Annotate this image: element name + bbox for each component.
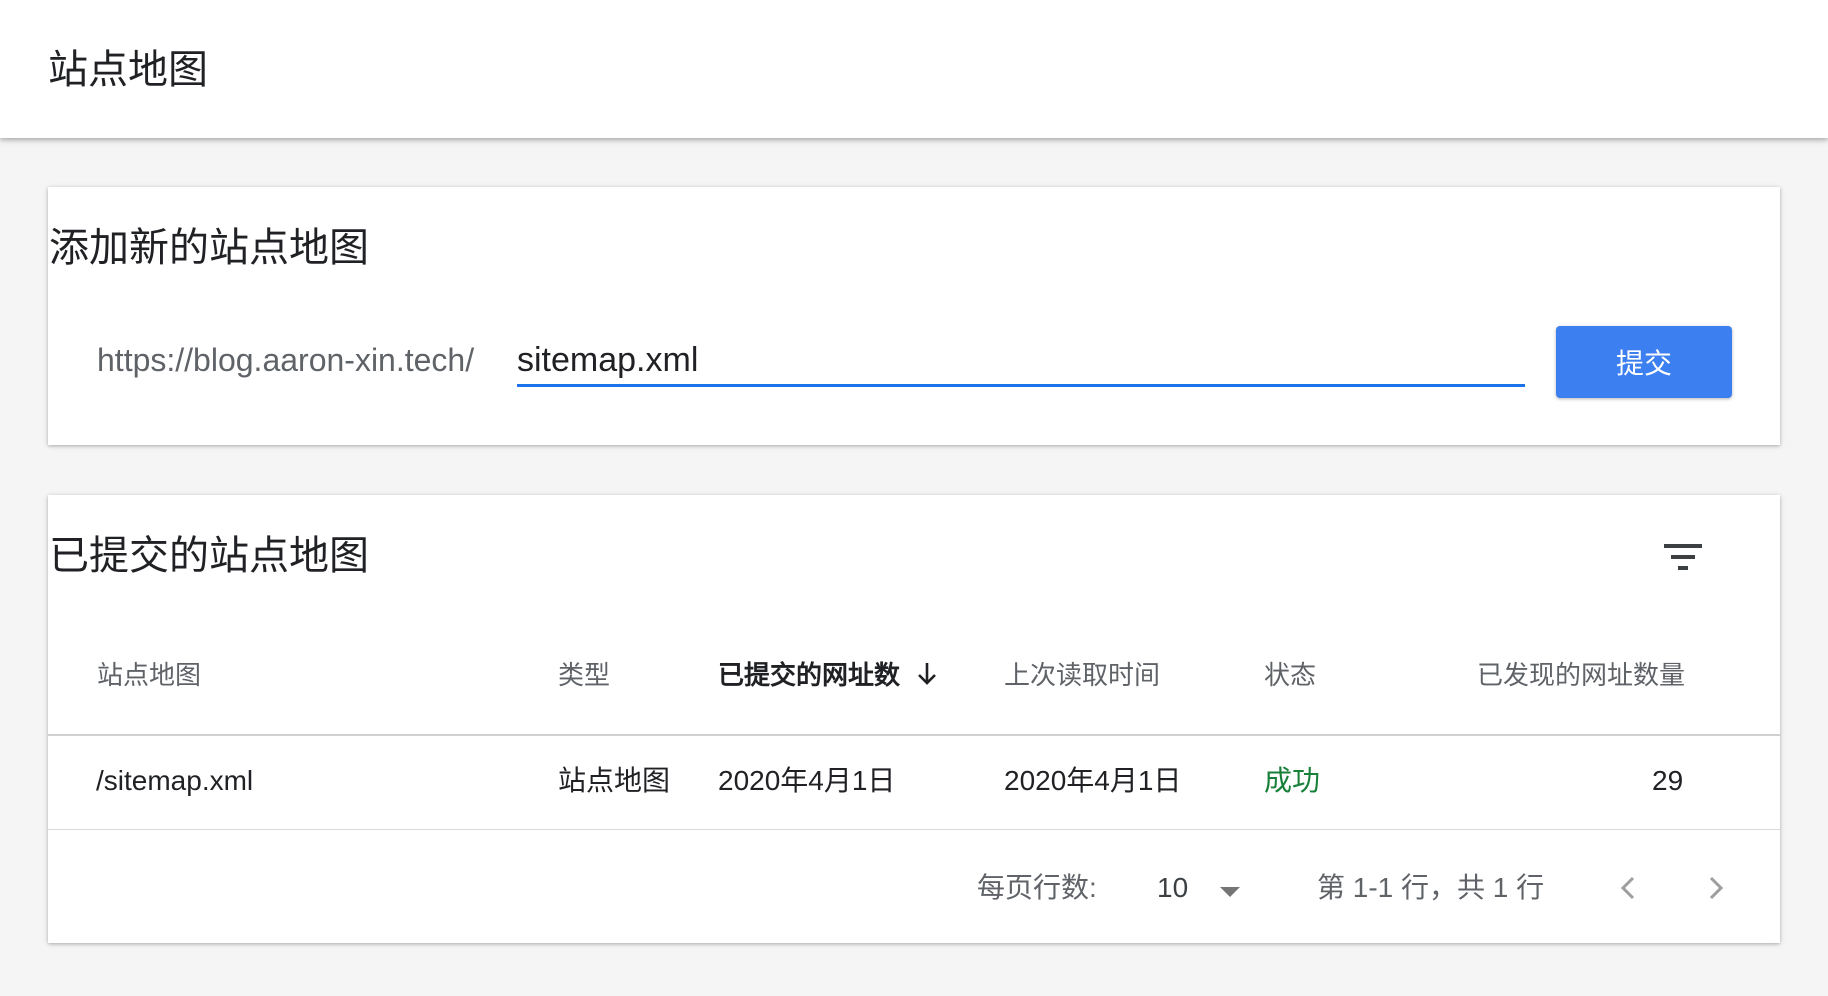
cell-type: 站点地图 bbox=[558, 765, 671, 796]
column-header-last-read[interactable]: 上次读取时间 bbox=[1004, 658, 1160, 692]
cell-sitemap: /sitemap.xml bbox=[96, 765, 254, 796]
column-header-discovered-urls[interactable]: 已发现的网址数量 bbox=[1477, 658, 1685, 692]
url-prefix: https://blog.aaron-xin.tech/ bbox=[97, 342, 475, 378]
page-title: 站点地图 bbox=[48, 48, 208, 92]
cell-last-read: 2020年4月1日 bbox=[1004, 765, 1182, 796]
submit-button[interactable]: 提交 bbox=[1556, 326, 1732, 398]
dropdown-arrow-icon[interactable] bbox=[1218, 885, 1242, 899]
cell-discovered: 29 bbox=[1652, 765, 1684, 796]
top-app-bar: 站点地图 bbox=[0, 0, 1828, 138]
pagination-range: 第 1-1 行，共 1 行 bbox=[1317, 872, 1545, 903]
row-divider bbox=[48, 829, 1780, 830]
add-sitemap-title: 添加新的站点地图 bbox=[49, 226, 369, 270]
submitted-sitemaps-title: 已提交的站点地图 bbox=[49, 534, 369, 578]
cell-status: 成功 bbox=[1264, 765, 1321, 796]
cell-submitted-date: 2020年4月1日 bbox=[718, 765, 896, 796]
column-header-status[interactable]: 状态 bbox=[1264, 658, 1316, 692]
column-header-submitted-urls-label: 已提交的网址数 bbox=[718, 660, 901, 690]
header-divider bbox=[48, 734, 1780, 736]
sitemap-url-input[interactable] bbox=[517, 337, 1525, 387]
chevron-left-icon[interactable] bbox=[1617, 870, 1639, 906]
chevron-right-icon[interactable] bbox=[1705, 870, 1727, 906]
column-header-type[interactable]: 类型 bbox=[558, 658, 610, 692]
rows-per-page-select[interactable]: 10 bbox=[1157, 870, 1188, 906]
rows-per-page-label: 每页行数: bbox=[977, 872, 1097, 903]
filter-icon[interactable] bbox=[1664, 542, 1704, 572]
column-header-submitted-urls[interactable]: 已提交的网址数 bbox=[718, 658, 938, 692]
column-header-sitemap[interactable]: 站点地图 bbox=[97, 658, 201, 692]
sort-arrow-down-icon bbox=[918, 663, 936, 685]
